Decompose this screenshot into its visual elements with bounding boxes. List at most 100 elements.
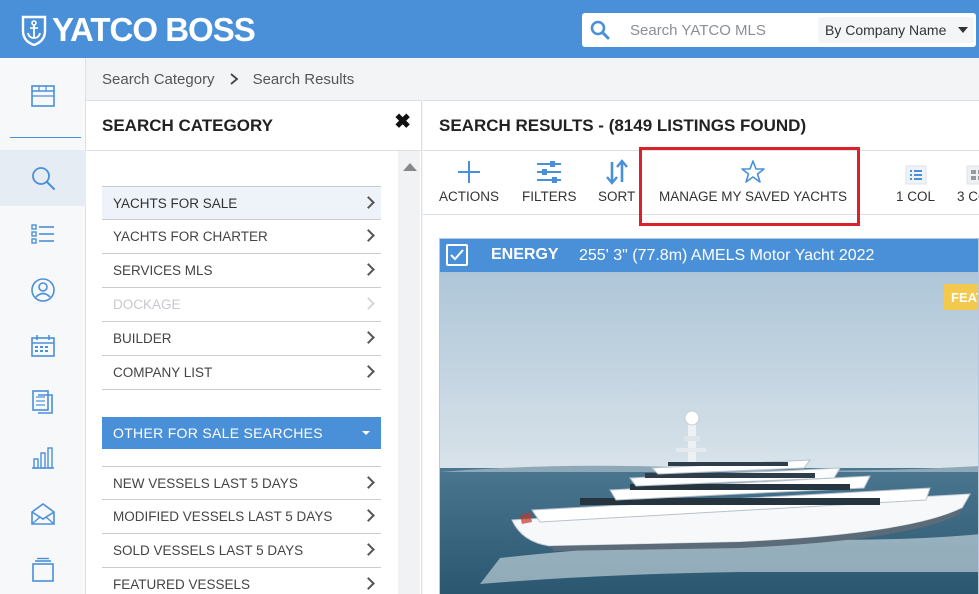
search-label: MODIFIED VESSELS LAST 5 DAYS — [113, 509, 333, 524]
other-searches-label: OTHER FOR SALE SEARCHES — [113, 425, 323, 441]
yatco-boss-logo[interactable]: YATCO BOSS — [20, 10, 256, 50]
listing-checkbox[interactable] — [446, 244, 468, 266]
results-toolbar: ACTIONS FILTERS SORT MANAGE MY SAVED YAC… — [423, 147, 979, 226]
caret-down-icon — [362, 431, 370, 435]
actions-label: ACTIONS — [439, 189, 500, 204]
category-builder[interactable]: BUILDER — [102, 322, 381, 356]
nav-search[interactable] — [0, 150, 86, 206]
listing-name[interactable]: ENERGY — [491, 246, 559, 264]
one-column-label: 1 COL — [896, 189, 936, 204]
search-icon — [32, 167, 55, 190]
search-category-title: SEARCH CATEGORY — [102, 115, 273, 135]
nav-reports[interactable] — [0, 430, 86, 486]
listings-grid-icon — [31, 85, 55, 107]
search-input[interactable] — [622, 13, 794, 47]
sort-button[interactable]: SORT — [598, 151, 635, 215]
featured-badge-label: FEATURED — [951, 289, 978, 305]
category-company-list[interactable]: COMPANY LIST — [102, 356, 381, 390]
nav-profile[interactable] — [0, 262, 86, 318]
user-icon — [31, 278, 55, 302]
category-label: COMPANY LIST — [113, 365, 213, 380]
chevron-right-icon — [362, 543, 375, 556]
checkmark-icon — [450, 249, 464, 261]
breadcrumb-search-category[interactable]: Search Category — [102, 71, 215, 88]
nav-documents[interactable] — [0, 374, 86, 430]
search-label: FEATURED VESSELS — [113, 577, 251, 592]
search-label: SOLD VESSELS LAST 5 DAYS — [113, 543, 304, 558]
nav-list[interactable] — [0, 206, 86, 262]
category-label: YACHTS FOR CHARTER — [113, 229, 268, 244]
category-list: YACHTS FOR SALE YACHTS FOR CHARTER SERVI… — [102, 186, 381, 390]
category-yachts-for-charter[interactable]: YACHTS FOR CHARTER — [102, 220, 381, 254]
mail-icon — [31, 503, 55, 525]
listing-description: 255' 3" (77.8m) AMELS Motor Yacht 2022 — [579, 247, 875, 264]
chevron-right-icon — [362, 229, 375, 242]
scroll-up-icon[interactable] — [403, 163, 417, 171]
search-mode-select[interactable]: By Company Name — [818, 17, 974, 43]
plus-icon — [458, 161, 480, 183]
category-label: SERVICES MLS — [113, 263, 213, 278]
category-dockage: DOCKAGE — [102, 288, 381, 322]
nav-calendar[interactable] — [0, 318, 86, 374]
other-for-sale-searches-dropdown[interactable]: OTHER FOR SALE SEARCHES — [102, 417, 381, 449]
three-column-icon — [966, 165, 979, 185]
chevron-right-icon — [362, 196, 375, 209]
search-icon[interactable] — [590, 20, 610, 40]
three-column-button[interactable]: 3 COL — [957, 151, 979, 215]
layers-icon — [32, 557, 54, 582]
featured-badge: FEATURED — [944, 284, 978, 310]
three-column-label: 3 COL — [957, 189, 979, 204]
breadcrumb-search-results: Search Results — [252, 70, 355, 88]
manage-saved-yachts-label: MANAGE MY SAVED YACHTS — [659, 189, 848, 204]
search-mode-value: By Company Name — [825, 22, 947, 38]
search-category-panel: SEARCH CATEGORY ✖ YACHTS FOR SALE YACHTS… — [86, 100, 422, 594]
top-header: YATCO BOSS By Company Name — [0, 0, 979, 58]
breadcrumb: Search Category Search Results — [86, 58, 979, 100]
listing-title-bar: ENERGY 255' 3" (77.8m) AMELS Motor Yacht… — [440, 239, 978, 272]
search-category-header: SEARCH CATEGORY ✖ — [86, 101, 421, 151]
sort-arrows-icon — [605, 159, 628, 185]
calendar-icon — [31, 335, 55, 357]
one-column-button[interactable]: 1 COL — [896, 151, 935, 215]
category-scrollbar[interactable] — [398, 151, 420, 594]
nav-divider — [10, 137, 81, 138]
chevron-right-icon — [362, 577, 375, 590]
chevron-right-icon — [362, 509, 375, 522]
listing-card[interactable]: ENERGY 255' 3" (77.8m) AMELS Motor Yacht… — [439, 238, 979, 594]
category-label: YACHTS FOR SALE — [113, 195, 238, 211]
search-modified-vessels[interactable]: MODIFIED VESSELS LAST 5 DAYS — [102, 500, 381, 534]
chevron-right-icon — [362, 297, 375, 310]
close-icon[interactable]: ✖ — [394, 109, 411, 134]
star-icon — [741, 160, 765, 183]
search-new-vessels[interactable]: NEW VESSELS LAST 5 DAYS — [102, 466, 381, 500]
filters-label: FILTERS — [522, 189, 577, 204]
chevron-right-icon — [362, 263, 375, 276]
yacht-photo[interactable] — [440, 272, 979, 594]
logo-text: YATCO BOSS — [52, 11, 256, 48]
chevron-down-icon — [958, 27, 968, 33]
anchor-shield-icon — [21, 15, 47, 46]
search-label: NEW VESSELS LAST 5 DAYS — [113, 475, 298, 491]
nav-layers[interactable] — [0, 542, 86, 594]
category-label: DOCKAGE — [113, 297, 181, 312]
search-featured-vessels[interactable]: FEATURED VESSELS — [102, 568, 381, 594]
one-column-icon — [905, 165, 927, 185]
actions-button[interactable]: ACTIONS — [439, 151, 499, 215]
category-services-mls[interactable]: SERVICES MLS — [102, 254, 381, 288]
category-label: BUILDER — [113, 331, 172, 346]
documents-icon — [32, 390, 53, 414]
sort-label: SORT — [598, 189, 636, 204]
search-results-header: SEARCH RESULTS - (8149 LISTINGS FOUND) — [423, 101, 979, 151]
nav-listings[interactable] — [0, 68, 86, 124]
chevron-right-icon — [229, 73, 238, 85]
chevron-right-icon — [362, 365, 375, 378]
left-navigation — [0, 58, 86, 594]
chart-icon — [32, 447, 54, 469]
manage-saved-yachts-button[interactable]: MANAGE MY SAVED YACHTS — [659, 151, 847, 215]
nav-mail[interactable] — [0, 486, 86, 542]
other-searches-list: NEW VESSELS LAST 5 DAYS MODIFIED VESSELS… — [102, 466, 381, 594]
category-yachts-for-sale[interactable]: YACHTS FOR SALE — [102, 186, 381, 220]
chevron-right-icon — [362, 331, 375, 344]
filters-button[interactable]: FILTERS — [522, 151, 577, 215]
search-sold-vessels[interactable]: SOLD VESSELS LAST 5 DAYS — [102, 534, 381, 568]
